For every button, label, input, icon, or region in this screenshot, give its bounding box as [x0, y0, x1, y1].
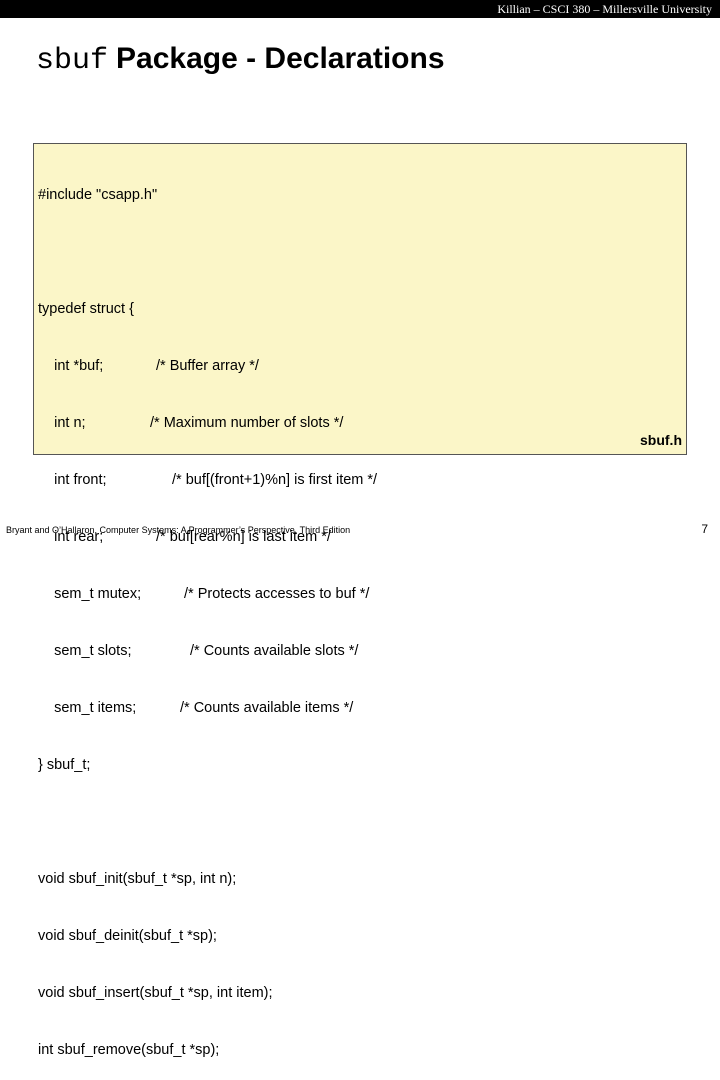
include-line: #include "csapp.h"	[38, 187, 158, 203]
struct-field-line: int front; /* buf[(front+1)%n] is first i…	[38, 471, 377, 490]
struct-field-line: int *buf; /* Buffer array */	[38, 357, 377, 376]
function-decl-line: int sbuf_remove(sbuf_t *sp);	[38, 1042, 220, 1058]
field-comment: /* Maximum number of slots */	[150, 415, 344, 431]
field-comment: /* Buffer array */	[156, 358, 259, 374]
field-decl: sem_t mutex;	[38, 586, 142, 602]
field-decl: int front;	[38, 472, 107, 488]
field-decl: int n;	[38, 415, 86, 431]
struct-close-line: } sbuf_t;	[38, 757, 91, 773]
header-bar: Killian – CSCI 380 – Millersville Univer…	[0, 0, 720, 18]
code-box: #include "csapp.h" typedef struct { int …	[33, 143, 687, 1058]
struct-field-line: sem_t items; /* Counts available items */	[38, 699, 377, 718]
file-label: sbuf.h	[640, 432, 682, 448]
header-text: Killian – CSCI 380 – Millersville Univer…	[497, 2, 712, 16]
code-block: #include "csapp.h" typedef struct { int …	[38, 148, 377, 1080]
struct-field-line: int n; /* Maximum number of slots */	[38, 414, 377, 433]
field-decl: sem_t slots;	[38, 643, 132, 659]
field-comment: /* Counts available slots */	[190, 643, 359, 659]
field-decl: int *buf;	[38, 358, 104, 374]
struct-open-line: typedef struct {	[38, 301, 134, 317]
field-decl: sem_t items;	[38, 700, 137, 716]
function-decl-line: void sbuf_deinit(sbuf_t *sp);	[38, 928, 217, 944]
field-comment: /* Counts available items */	[180, 700, 354, 716]
slide-title: sbuf Package - Declarations	[36, 42, 445, 78]
title-code-name: sbuf	[36, 44, 109, 78]
struct-field-line: sem_t slots; /* Counts available slots */	[38, 642, 377, 661]
footer-citation: Bryant and O’Hallaron, Computer Systems:…	[6, 525, 351, 535]
field-comment: /* Protects accesses to buf */	[184, 586, 370, 602]
function-decl-line: void sbuf_init(sbuf_t *sp, int n);	[38, 871, 237, 887]
function-decl-line: void sbuf_insert(sbuf_t *sp, int item);	[38, 985, 273, 1001]
struct-field-line: sem_t mutex; /* Protects accesses to buf …	[38, 585, 377, 604]
field-comment: /* buf[(front+1)%n] is first item */	[172, 472, 378, 488]
title-text: Package - Declarations	[116, 42, 445, 75]
page-number: 7	[701, 522, 708, 536]
